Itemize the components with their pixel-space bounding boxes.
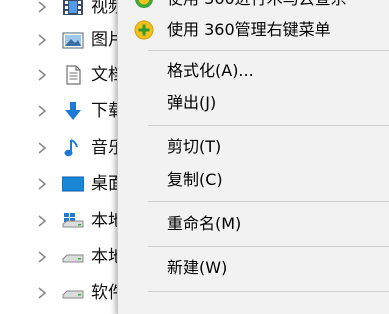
menu-item-cut[interactable]: 剪切(T): [118, 132, 389, 162]
nav-item-pictures[interactable]: 图片: [0, 24, 130, 56]
menu-separator: [148, 291, 389, 292]
chevron-right-icon[interactable]: [36, 250, 48, 264]
chevron-right-icon[interactable]: [36, 177, 48, 191]
chevron-right-icon[interactable]: [36, 286, 48, 300]
menu-separator: [148, 201, 389, 202]
nav-item-local-disk-d[interactable]: 本地: [0, 241, 130, 273]
nav-item-software-disk[interactable]: 软件: [0, 277, 130, 309]
nav-item-downloads[interactable]: 下载: [0, 95, 130, 127]
menu-item-new[interactable]: 新建(W): [118, 253, 389, 283]
nav-item-music[interactable]: 音乐: [0, 132, 130, 164]
documents-folder-icon: [66, 65, 81, 85]
windows-drive-icon: [62, 213, 84, 228]
menu-item-copy[interactable]: 复制(C): [118, 165, 389, 195]
menu-item-360-trojan-scan[interactable]: 使用 360进行木马云查杀: [118, 0, 389, 14]
menu-item-eject[interactable]: 弹出(J): [118, 88, 389, 118]
chevron-right-icon[interactable]: [36, 0, 48, 14]
menu-item-label: 新建(W): [167, 258, 228, 277]
menu-separator: [148, 50, 389, 51]
menu-item-format[interactable]: 格式化(A)...: [118, 56, 389, 86]
chevron-right-icon[interactable]: [36, 214, 48, 228]
downloads-folder-icon: [65, 102, 81, 120]
menu-item-label: 使用 360管理右键菜单: [167, 20, 331, 39]
navigation-pane: 视频 图片 文档 下载 音乐 桌面 本地 本地 软件: [0, 0, 130, 303]
menu-item-label: 剪切(T): [167, 137, 222, 156]
nav-item-local-disk-c[interactable]: 本地: [0, 205, 130, 237]
menu-item-label: 复制(C): [167, 170, 223, 189]
chevron-right-icon[interactable]: [36, 33, 48, 47]
nav-item-documents[interactable]: 文档: [0, 59, 130, 91]
menu-item-label: 弹出(J): [167, 93, 217, 112]
360-scan-icon: [135, 0, 153, 8]
pictures-folder-icon: [62, 32, 84, 49]
chevron-right-icon[interactable]: [36, 68, 48, 82]
local-disk-icon: [62, 254, 84, 263]
local-disk-icon: [62, 290, 84, 299]
360-manage-icon: [134, 20, 154, 40]
music-folder-icon: [64, 139, 78, 157]
nav-item-desktop[interactable]: 桌面: [0, 168, 130, 200]
menu-item-rename[interactable]: 重命名(M): [118, 209, 389, 239]
context-menu: 使用 360进行木马云查杀 使用 360管理右键菜单 格式化(A)... 弹出(…: [117, 0, 389, 314]
chevron-right-icon[interactable]: [36, 141, 48, 155]
nav-item-videos[interactable]: 视频: [0, 0, 130, 23]
menu-item-label: 重命名(M): [167, 214, 242, 233]
menu-item-label: 格式化(A)...: [167, 61, 254, 80]
desktop-folder-icon: [62, 176, 84, 192]
menu-separator: [148, 246, 389, 247]
menu-item-label: 使用 360进行木马云查杀: [167, 0, 347, 10]
menu-separator: [148, 125, 389, 126]
chevron-right-icon[interactable]: [36, 104, 48, 118]
menu-item-360-manage-menu[interactable]: 使用 360管理右键菜单: [118, 15, 389, 45]
videos-folder-icon: [63, 0, 83, 15]
